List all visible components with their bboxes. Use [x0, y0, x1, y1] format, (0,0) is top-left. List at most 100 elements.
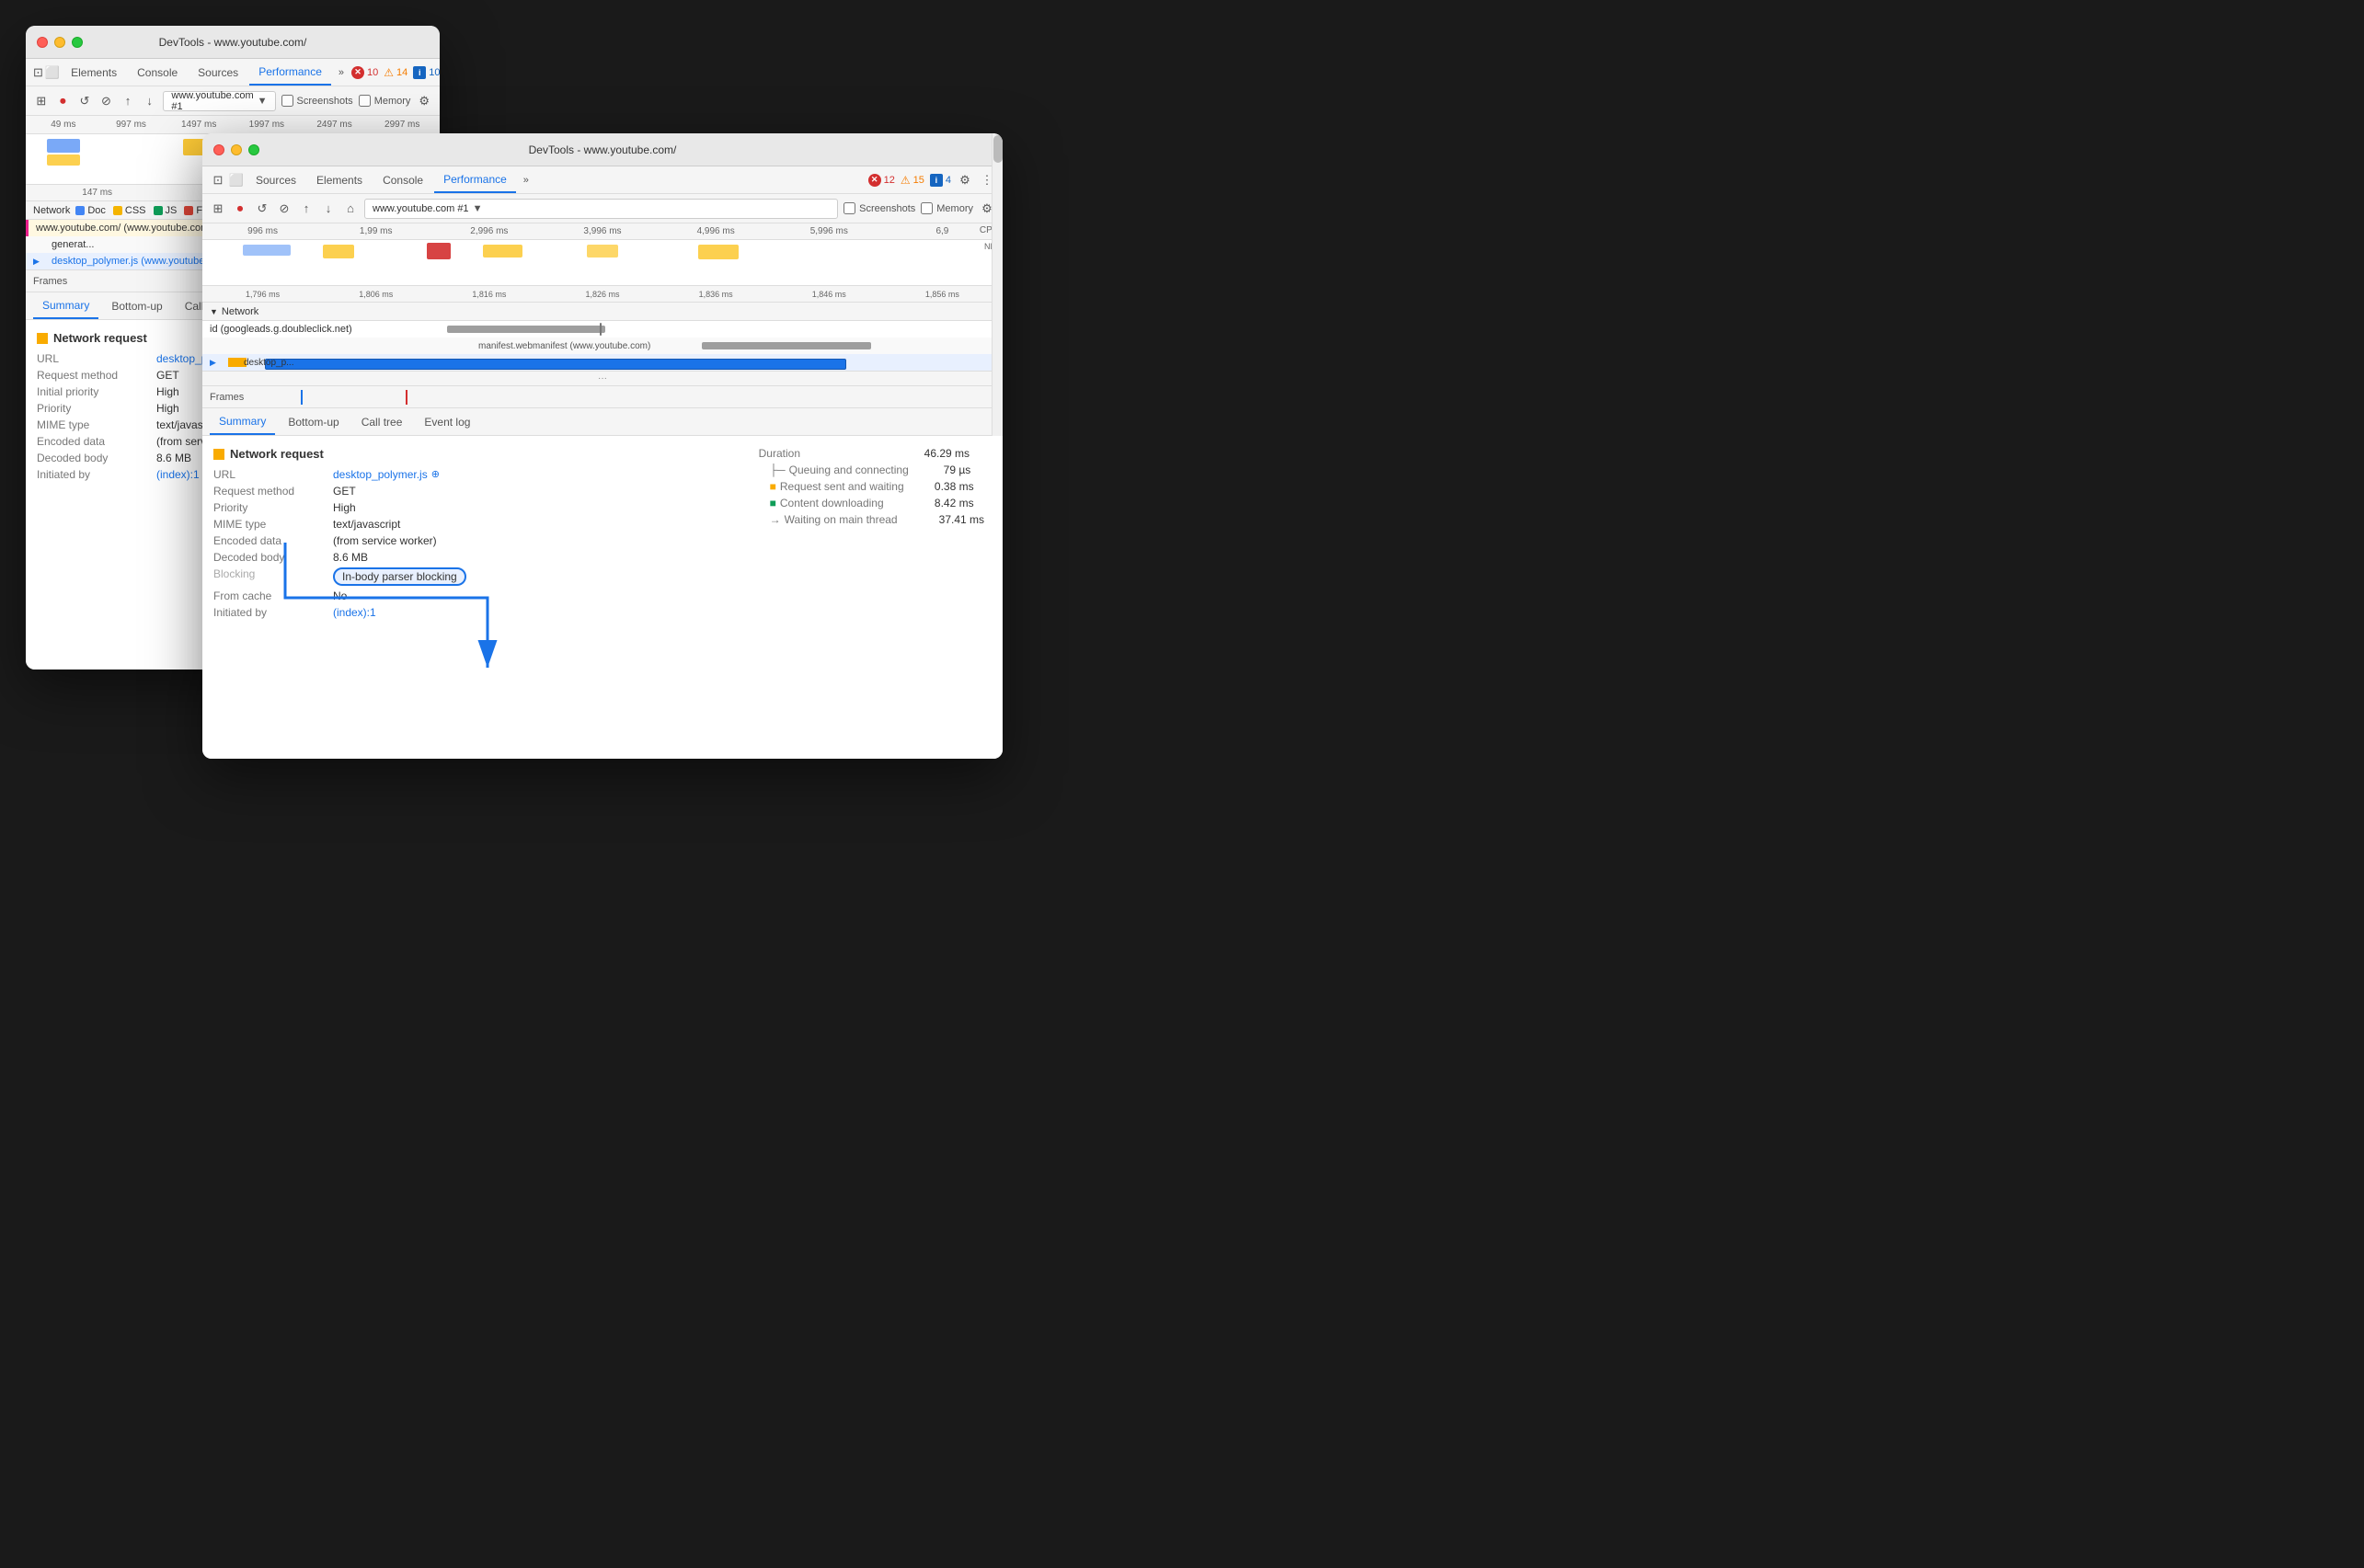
window-title-1: DevTools - www.youtube.com/	[159, 36, 307, 49]
network-detail-row-0[interactable]: id (googleads.g.doubleclick.net)	[202, 321, 1003, 338]
flame-bar-w2-6	[698, 245, 739, 259]
info-blocking-2: Blocking In-body parser blocking	[213, 567, 992, 586]
flame-bar-w2-4	[483, 245, 523, 258]
tab-performance-1[interactable]: Performance	[249, 60, 331, 86]
duration-main: Duration 46.29 ms	[759, 447, 984, 460]
blocking-value: In-body parser blocking	[333, 567, 466, 586]
panel-icon-1[interactable]: ⊞	[33, 93, 50, 109]
settings-icon-record-1[interactable]: ⚙	[416, 93, 432, 109]
tab-bar-1: ⊡ ⬜ Elements Console Sources Performance…	[26, 59, 440, 86]
flame-chart-2[interactable]: NET	[202, 240, 1003, 286]
tab-performance-2[interactable]: Performance	[434, 167, 516, 193]
divider-dots: ···	[202, 372, 1003, 386]
record-icon-1[interactable]: ⏺	[55, 93, 72, 109]
tab-elements-2[interactable]: Elements	[307, 167, 372, 193]
legend-js-1: JS	[154, 205, 178, 216]
tab-console-2[interactable]: Console	[373, 167, 432, 193]
duration-queuing: ├─ Queuing and connecting 79 µs	[770, 464, 984, 476]
tab-more-1[interactable]: »	[333, 63, 350, 82]
screenshots-checkbox-1[interactable]: Screenshots	[281, 95, 353, 107]
warning-icon-1: ⚠	[384, 66, 394, 79]
flame-bar-1	[47, 139, 80, 153]
titlebar-2: DevTools - www.youtube.com/	[202, 133, 1003, 166]
initiated-link-2[interactable]: (index):1	[333, 606, 376, 619]
traffic-lights-2	[213, 144, 259, 155]
network-detail-row-2[interactable]: ▶ desktop_p...	[202, 354, 1003, 371]
url-link-2[interactable]: desktop_polymer.js	[333, 468, 428, 481]
reload-icon-2[interactable]: ↺	[254, 200, 270, 217]
home-icon-2[interactable]: ⌂	[342, 200, 359, 217]
screenshots-checkbox-2[interactable]: Screenshots	[843, 202, 915, 214]
frames-section-2: Frames	[202, 386, 1003, 408]
download-icon-1[interactable]: ↓	[142, 93, 158, 109]
summary-panel-2: Network request URL desktop_polymer.js ⊕…	[202, 436, 1003, 759]
memory-checkbox-2[interactable]: Memory	[921, 202, 973, 214]
frame-marker-1	[301, 390, 303, 405]
badge-group-1: ✕ 10 ⚠ 14 i 10 ⚙ ⋮	[351, 64, 440, 81]
initiated-link-1[interactable]: (index):1	[156, 468, 200, 481]
upload-icon-2[interactable]: ↑	[298, 200, 315, 217]
detail-ruler-2: 1,796 ms 1,806 ms 1,816 ms 1,826 ms 1,83…	[202, 286, 1003, 303]
duration-downloading: ■ Content downloading 8.42 ms	[770, 497, 984, 509]
warning-icon-2: ⚠	[901, 174, 911, 187]
yellow-square-1	[37, 333, 48, 344]
download-icon-2[interactable]: ↓	[320, 200, 337, 217]
network-label-row-2: ▼ Network	[202, 303, 1003, 321]
maximize-button-2[interactable]	[248, 144, 259, 155]
external-link-icon-2[interactable]: ⊕	[431, 468, 440, 481]
tab-sources-1[interactable]: Sources	[189, 60, 247, 86]
warning-badge-1: ⚠ 14	[384, 66, 407, 79]
record-toolbar-2: ⊞ ⏺ ↺ ⊘ ↑ ↓ ⌂ www.youtube.com #1 ▼ Scree…	[202, 194, 1003, 223]
tab-bottomup-2[interactable]: Bottom-up	[279, 409, 348, 435]
tab-console-1[interactable]: Console	[128, 60, 187, 86]
tab-more-2[interactable]: »	[518, 171, 534, 189]
tab-bottomup-1[interactable]: Bottom-up	[102, 293, 171, 319]
network-label-1: Network	[33, 205, 70, 216]
panel-icon-2[interactable]: ⊞	[210, 200, 226, 217]
upload-icon-1[interactable]: ↑	[120, 93, 136, 109]
reload-icon-1[interactable]: ↺	[76, 93, 93, 109]
network-label-2: Network	[222, 306, 258, 317]
stop-icon-1[interactable]: ⊘	[98, 93, 115, 109]
timeline-ruler-1: 49 ms 997 ms 1497 ms 1997 ms 2497 ms 299…	[26, 116, 440, 134]
manifest-bar	[702, 342, 871, 349]
error-icon-2: ✕	[868, 174, 881, 187]
close-button-1[interactable]	[37, 37, 48, 48]
flame-bar-w2-2	[323, 245, 355, 258]
info-badge-1: i 10	[413, 66, 440, 79]
tab-elements-1[interactable]: Elements	[62, 60, 126, 86]
tab-sources-2[interactable]: Sources	[247, 167, 305, 193]
error-badge-1: ✕ 10	[351, 66, 378, 79]
info-icon-2: i	[930, 174, 943, 187]
close-button-2[interactable]	[213, 144, 224, 155]
flame-bar-2	[47, 155, 80, 166]
tab-summary-2[interactable]: Summary	[210, 409, 275, 435]
maximize-button-1[interactable]	[72, 37, 83, 48]
devtools-inspect-icon-2[interactable]: ⊡	[210, 172, 226, 189]
tab-summary-1[interactable]: Summary	[33, 293, 98, 319]
devtools-window-2: DevTools - www.youtube.com/ ⊡ ⬜ Sources …	[202, 133, 1003, 759]
memory-checkbox-1[interactable]: Memory	[359, 95, 411, 107]
titlebar-1: DevTools - www.youtube.com/	[26, 26, 440, 59]
tab-bar-2: ⊡ ⬜ Sources Elements Console Performance…	[202, 166, 1003, 194]
legend-css-1: CSS	[113, 205, 146, 216]
network-detail-row-1[interactable]: manifest.webmanifest (www.youtube.com)	[202, 338, 1003, 354]
network-detail-label-0: id (googleads.g.doubleclick.net)	[210, 324, 430, 335]
devtools-device-icon-2[interactable]: ⬜	[228, 172, 245, 189]
flame-bar-w2-1	[243, 245, 291, 256]
minimize-button-1[interactable]	[54, 37, 65, 48]
error-badge-2: ✕ 12	[868, 174, 895, 187]
scroll-thumb-2[interactable]	[993, 135, 1003, 163]
frame-marker-2	[406, 390, 407, 405]
devtools-inspect-icon[interactable]: ⊡	[33, 64, 43, 81]
settings-icon-2[interactable]: ⚙	[957, 172, 973, 189]
tab-eventlog-2[interactable]: Event log	[415, 409, 479, 435]
minimize-button-2[interactable]	[231, 144, 242, 155]
desktop-label: desktop_p...	[244, 358, 293, 368]
duration-panel-2: Duration 46.29 ms ├─ Queuing and connect…	[759, 447, 984, 530]
summary-tabs-2: Summary Bottom-up Call tree Event log	[202, 408, 1003, 436]
record-icon-2[interactable]: ⏺	[232, 200, 248, 217]
tab-calltree-2[interactable]: Call tree	[352, 409, 412, 435]
devtools-device-icon[interactable]: ⬜	[45, 64, 60, 81]
stop-icon-2[interactable]: ⊘	[276, 200, 293, 217]
